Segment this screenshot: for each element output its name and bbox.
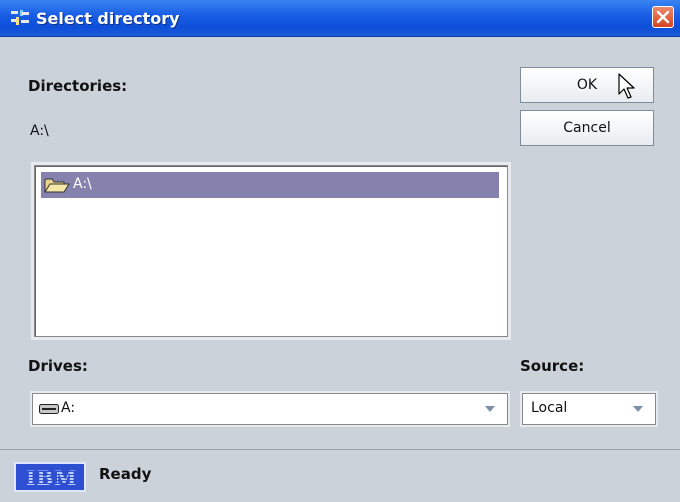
close-icon [656,10,670,24]
list-item[interactable]: A:\ [41,172,499,198]
chevron-down-icon [633,406,643,412]
ok-button-label: OK [576,77,598,93]
mouse-cursor-icon [618,73,635,99]
drive-icon [39,404,59,414]
ibm-logo: IBM [14,462,86,492]
tool-icon [11,10,29,25]
cancel-button-label: Cancel [563,120,611,136]
drives-dropdown[interactable]: A: [32,393,508,425]
directory-list[interactable]: A:\ [34,165,508,337]
source-dropdown[interactable]: Local [522,393,656,425]
window-title: Select directory [36,9,180,28]
drives-label: Drives: [28,357,88,375]
status-bar: IBM Ready [0,449,680,502]
drives-selected: A: [61,400,76,416]
source-selected: Local [531,400,568,416]
close-button[interactable] [652,6,674,28]
dialog-body: Directories: A:\ OK Cancel A:\ Drives: S… [8,37,672,441]
ibm-logo-text: IBM [26,466,78,490]
list-item-label: A:\ [73,176,92,192]
current-path: A:\ [30,123,49,139]
chevron-down-icon [485,406,495,412]
directories-label: Directories: [28,77,128,95]
status-text: Ready [99,465,152,483]
cancel-button[interactable]: Cancel [520,110,654,146]
source-label: Source: [520,357,585,375]
select-directory-dialog: Select directory Directories: A:\ OK Can… [0,0,680,502]
open-folder-icon [44,178,70,193]
title-bar[interactable]: Select directory [0,0,680,37]
